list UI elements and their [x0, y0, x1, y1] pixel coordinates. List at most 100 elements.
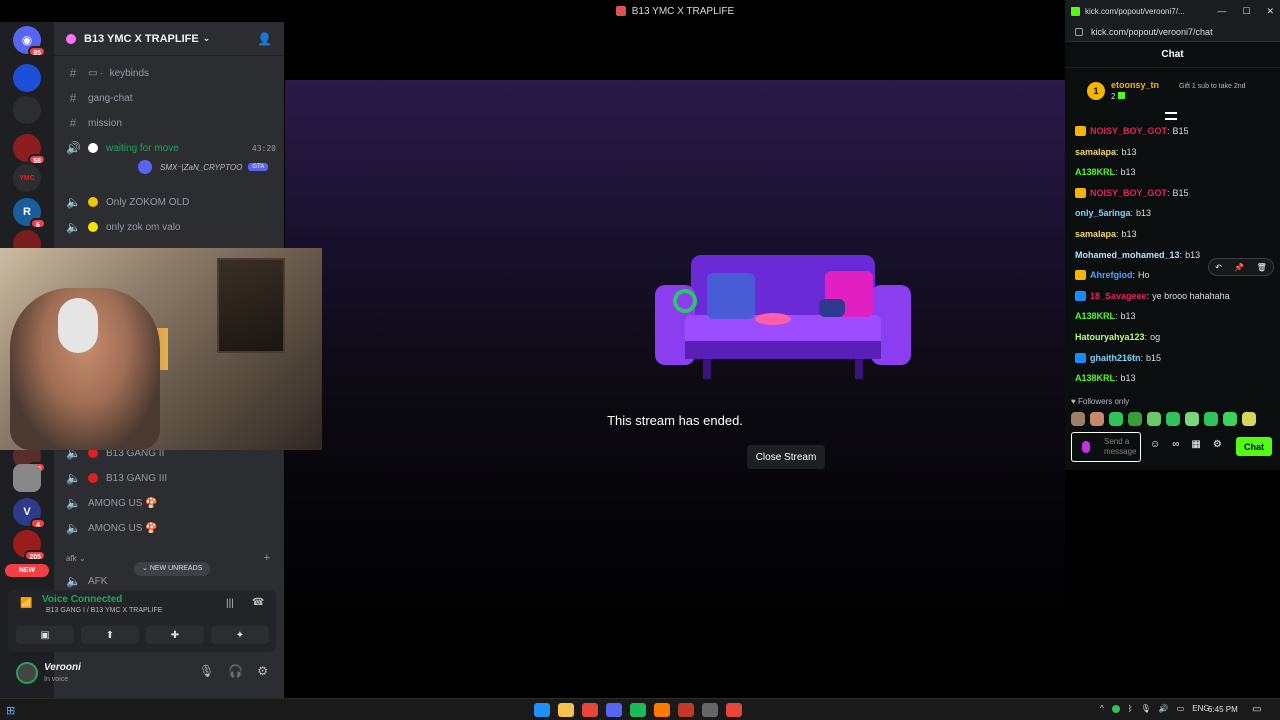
link-icon[interactable]: ∞: [1172, 439, 1179, 450]
category-afk[interactable]: afk ⌄: [66, 554, 86, 563]
chat-username[interactable]: Ahrefgiod: [1090, 270, 1133, 280]
chat-message[interactable]: Ahrefgiod: Ho: [1075, 267, 1150, 283]
voice-channel-afk[interactable]: 🔈 AFK: [66, 571, 276, 591]
signal-icon[interactable]: 📶: [20, 598, 32, 609]
chat-username[interactable]: ghaith216tn: [1090, 353, 1141, 363]
search-app-icon[interactable]: [654, 703, 670, 717]
gift-leaderboard[interactable]: 1 etoonsy_tn 2 Gift 1 sub to take 2nd: [1087, 80, 1277, 106]
file-explorer-icon[interactable]: [558, 703, 574, 717]
server-header[interactable]: B13 YMC X TRAPLIFE ⌄ 👤: [54, 22, 284, 56]
close-icon[interactable]: ✕: [1266, 6, 1274, 17]
voice-channel-waiting-for-move[interactable]: 🔊 waiting for move 43:20: [66, 138, 276, 158]
chat-username[interactable]: Mohamed_mohamed_13: [1075, 250, 1180, 260]
reply-icon[interactable]: ↶: [1215, 263, 1222, 272]
chrome-active-icon[interactable]: [726, 703, 742, 717]
chat-username[interactable]: 18_Savageee: [1090, 291, 1147, 301]
bluetooth-icon[interactable]: ᛒ: [1128, 704, 1133, 713]
chat-username[interactable]: NOISY_BOY_GOT: [1090, 188, 1167, 198]
chat-username[interactable]: NOISY_BOY_GOT: [1090, 126, 1167, 136]
chat-message[interactable]: ghaith216tn: b15: [1075, 350, 1161, 366]
channel-gang-chat[interactable]: # gang-chat: [66, 88, 276, 108]
emote-icon[interactable]: [1185, 412, 1199, 426]
server-icon[interactable]: [13, 96, 41, 124]
add-channel-icon[interactable]: +: [264, 552, 270, 564]
screen-share-button[interactable]: ⬆: [81, 626, 139, 644]
server-icon[interactable]: 58: [13, 134, 46, 165]
server-icon[interactable]: 205: [13, 530, 46, 561]
voice-channel-among-us[interactable]: 🔈 AMONG US 🍄: [66, 493, 276, 513]
microphone-icon[interactable]: [1082, 441, 1090, 453]
clock[interactable]: 6:45 PM: [1208, 705, 1238, 714]
chat-message[interactable]: 18_Savageee: ye brooo hahahaha: [1075, 288, 1230, 304]
language-indicator[interactable]: ENG: [1192, 704, 1209, 713]
tray-app-icon[interactable]: [1111, 704, 1120, 713]
chat-username[interactable]: A138KRL: [1075, 311, 1115, 321]
chat-username[interactable]: only_5aringa: [1075, 208, 1131, 218]
chat-message[interactable]: only_5aringa: b13: [1075, 205, 1151, 221]
noise-suppression-icon[interactable]: |||: [226, 598, 234, 609]
chat-username[interactable]: A138KRL: [1075, 167, 1115, 177]
chat-username[interactable]: samalapa: [1075, 147, 1116, 157]
minimize-icon[interactable]: —: [1217, 6, 1226, 17]
voice-status-title[interactable]: Voice Connected: [42, 594, 122, 605]
emote-icon[interactable]: [1242, 412, 1256, 426]
gift-icon[interactable]: ▦: [1191, 439, 1200, 450]
discord-icon[interactable]: [606, 703, 622, 717]
new-pill[interactable]: NEW: [5, 564, 49, 577]
site-info-icon[interactable]: [1075, 27, 1083, 36]
delete-icon[interactable]: 🗑: [1257, 263, 1267, 272]
volume-icon[interactable]: 🔊: [1159, 704, 1169, 713]
pinned-toggle-icon[interactable]: [1165, 112, 1177, 120]
gear-icon[interactable]: ⚙: [257, 664, 268, 678]
pin-icon[interactable]: 📌: [1234, 263, 1244, 272]
spotify-icon[interactable]: [630, 703, 646, 717]
emote-icon[interactable]: [1109, 412, 1123, 426]
chat-username[interactable]: Hatouryahya123: [1075, 332, 1145, 342]
emote-icon[interactable]: [1147, 412, 1161, 426]
chrome-icon[interactable]: [582, 703, 598, 717]
voice-channel-among-us-2[interactable]: 🔈 AMONG US 🍄: [66, 518, 276, 538]
voice-channel-b13-gang-iii[interactable]: 🔈 B13 GANG III: [66, 468, 276, 488]
activities-button[interactable]: ✚: [146, 626, 204, 644]
avatar[interactable]: [16, 662, 38, 684]
notification-icon[interactable]: ▭: [1252, 704, 1261, 715]
news-app-icon[interactable]: [678, 703, 694, 717]
network-icon[interactable]: ▭: [1177, 704, 1185, 713]
invite-icon[interactable]: 👤: [257, 32, 272, 46]
emote-picker-icon[interactable]: ☺: [1150, 439, 1160, 450]
chevron-up-icon[interactable]: ^: [1100, 704, 1104, 713]
chat-message[interactable]: A138KRL: b13: [1075, 370, 1136, 386]
chat-message[interactable]: NOISY_BOY_GOT: B15: [1075, 123, 1189, 139]
microphone-icon[interactable]: 🎙: [199, 664, 214, 678]
close-stream-button[interactable]: Close Stream: [747, 445, 825, 469]
discord-home-icon[interactable]: ◉ 95: [13, 26, 46, 57]
chat-message[interactable]: samalapa: b13: [1075, 144, 1137, 160]
ymc-server-icon[interactable]: YMC: [13, 164, 41, 192]
chat-message[interactable]: Mohamed_mohamed_13: b13: [1075, 247, 1200, 263]
chat-message[interactable]: Hatouryahya123: og: [1075, 329, 1160, 345]
chat-send-button[interactable]: Chat: [1236, 437, 1272, 456]
emote-icon[interactable]: [1071, 412, 1085, 426]
chat-message[interactable]: A138KRL: b13: [1075, 308, 1136, 324]
chat-username[interactable]: samalapa: [1075, 229, 1116, 239]
chat-message[interactable]: samalapa: b13: [1075, 226, 1137, 242]
chat-message[interactable]: NOISY_BOY_GOT: B15: [1075, 185, 1189, 201]
emote-icon[interactable]: [1128, 412, 1142, 426]
among-us-server-icon[interactable]: [13, 64, 41, 92]
chat-message-input[interactable]: Send a message: [1071, 432, 1141, 462]
disconnect-icon[interactable]: ☎: [252, 597, 264, 608]
emote-icon[interactable]: [1166, 412, 1180, 426]
server-icon[interactable]: [13, 464, 41, 492]
emote-icon[interactable]: [1204, 412, 1218, 426]
server-icon[interactable]: V 4: [13, 498, 46, 529]
emote-icon[interactable]: [1223, 412, 1237, 426]
voice-channel-only-zokom-old[interactable]: 🔈 Only ZOKOM OLD: [66, 192, 276, 212]
edge-icon[interactable]: [534, 703, 550, 717]
chat-message[interactable]: A138KRL: b13: [1075, 164, 1136, 180]
obs-icon[interactable]: [702, 703, 718, 717]
server-icon[interactable]: R 6: [13, 198, 46, 229]
chat-username[interactable]: A138KRL: [1075, 373, 1115, 383]
windows-start-icon[interactable]: ⊞: [6, 704, 15, 717]
emote-icon[interactable]: [1090, 412, 1104, 426]
channel-mission[interactable]: # mission: [66, 113, 276, 133]
